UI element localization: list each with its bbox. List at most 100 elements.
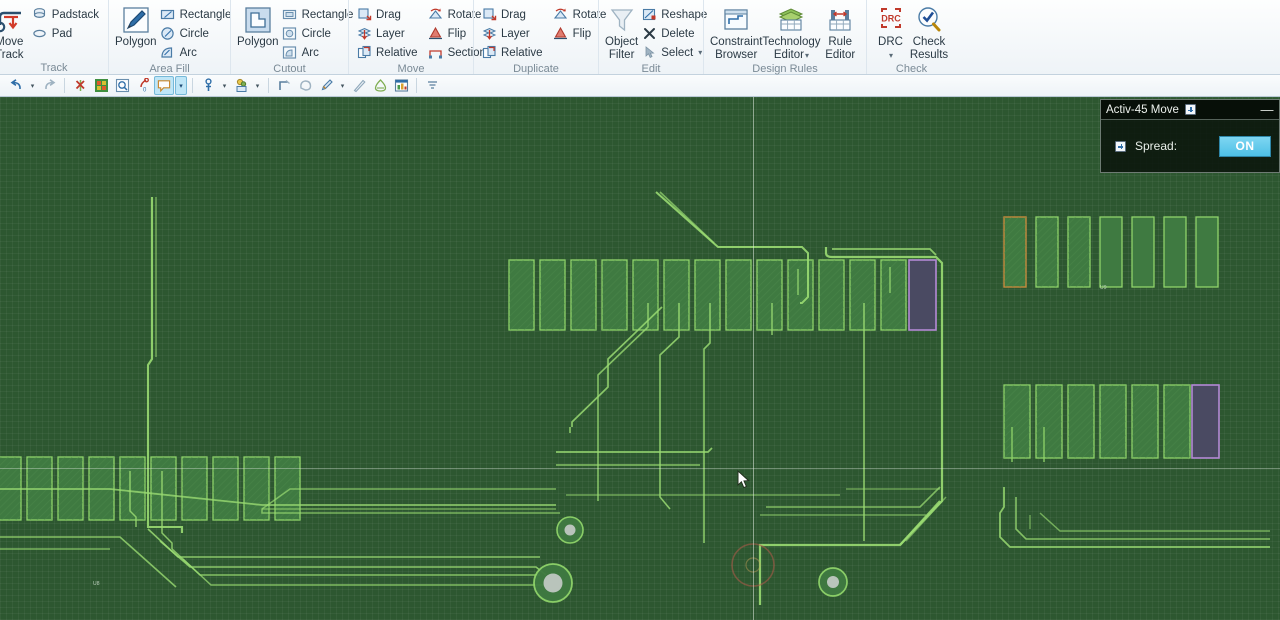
highlight-net-button[interactable]	[231, 76, 251, 95]
move-relative-label: Relative	[376, 47, 418, 59]
toolbar-separator	[416, 78, 417, 93]
cutout-polygon-button[interactable]: Polygon	[237, 3, 279, 49]
pcb-canvas[interactable]: U8 U9 Activ-45 Move — Spread: ON	[0, 97, 1280, 620]
move-track-label-line1: Move	[0, 36, 23, 49]
cutout-arc-label: Arc	[302, 47, 319, 59]
crosshair-vertical	[753, 97, 754, 620]
duplicate-drag-button[interactable]: Drag	[480, 5, 546, 24]
cutout-circle-label: Circle	[302, 28, 331, 40]
callout-caret-icon[interactable]: ▾	[179, 82, 183, 90]
cutout-rectangle-button[interactable]: Rectangle	[281, 5, 357, 24]
callout-button[interactable]	[154, 76, 174, 95]
move-relative-button[interactable]: Relative	[355, 43, 421, 62]
drc-button[interactable]: DRC DRC ▾	[873, 3, 908, 62]
area-fill-arc-button[interactable]: Arc	[159, 43, 235, 62]
section-icon	[428, 45, 444, 61]
move-flip-label: Flip	[448, 28, 467, 40]
area-fill-circle-button[interactable]: Circle	[159, 24, 235, 43]
cutout-arc-button[interactable]: Arc	[281, 43, 357, 62]
more-options-button[interactable]	[422, 76, 442, 95]
move-layer-button[interactable]: Layer	[355, 24, 421, 43]
select-arrow-icon	[641, 45, 657, 61]
constraint-browser-label-line1: Constraint	[710, 36, 762, 49]
route-corner-button[interactable]	[274, 76, 294, 95]
edit-small-buttons: Reshape Delete	[640, 3, 710, 62]
panel-title-bar[interactable]: Activ-45 Move —	[1101, 100, 1279, 120]
undo-caret-icon[interactable]: ▾	[27, 76, 38, 95]
reshape-label: Reshape	[661, 9, 707, 21]
rectangle-cutout-icon	[282, 7, 298, 23]
report-button[interactable]	[391, 76, 411, 95]
delete-label: Delete	[661, 28, 694, 40]
rule-editor-button[interactable]: Rule Editor	[820, 3, 860, 61]
spread-expand-plus-icon[interactable]	[1115, 141, 1126, 152]
technology-editor-button[interactable]: Technology Editor▾	[762, 3, 820, 62]
check-results-button[interactable]: Check Results	[908, 3, 950, 61]
pad-icon	[32, 26, 48, 42]
funnel-icon	[607, 4, 637, 36]
duplicate-layer-label: Layer	[501, 28, 530, 40]
drag-icon	[481, 7, 497, 23]
drc-label-line1: DRC	[878, 36, 903, 49]
redo-button[interactable]	[39, 76, 59, 95]
relative-icon	[356, 45, 372, 61]
area-fill-polygon-button[interactable]: Polygon	[115, 3, 157, 49]
pad-button[interactable]: Pad	[31, 24, 102, 43]
cutout-small-buttons: Rectangle Circle	[281, 3, 357, 62]
delete-x-icon	[641, 26, 657, 42]
move-track-label-line2: Track	[0, 49, 24, 62]
clean-caret-icon[interactable]: ▾	[337, 76, 348, 95]
ribbon-group-duplicate: Drag Layer	[473, 0, 598, 74]
shape-edit-button[interactable]	[295, 76, 315, 95]
toolbar-separator	[268, 78, 269, 93]
select-caret-icon[interactable]: ▾	[698, 48, 702, 57]
net-colors-button[interactable]	[91, 76, 111, 95]
technology-editor-caret-icon[interactable]: ▾	[805, 51, 809, 60]
padstack-icon	[32, 7, 48, 23]
area-fill-circle-label: Circle	[180, 28, 209, 40]
padstack-label: Padstack	[52, 9, 99, 21]
drc-caret-icon[interactable]: ▾	[889, 51, 893, 60]
clean-button[interactable]	[316, 76, 336, 95]
measure-button[interactable]: 0	[133, 76, 153, 95]
pad-label: Pad	[52, 28, 72, 40]
delete-net-button[interactable]	[70, 76, 90, 95]
object-filter-label-line1: Object	[605, 36, 638, 49]
reshape-button[interactable]: Reshape	[640, 5, 710, 24]
constraint-browser-button[interactable]: Constraint Browser	[710, 3, 762, 61]
undo-button[interactable]	[6, 76, 26, 95]
zoom-area-button[interactable]	[112, 76, 132, 95]
quick-access-toolbar: ▾ 0 ▾ ▾ ▾	[0, 75, 1280, 97]
area-fill-rectangle-button[interactable]: Rectangle	[159, 5, 235, 24]
duplicate-relative-button[interactable]: Relative	[480, 43, 546, 62]
duplicate-layer-button[interactable]: Layer	[480, 24, 546, 43]
pcb-artwork	[0, 97, 1280, 620]
highlight-net-caret-icon[interactable]: ▾	[252, 76, 263, 95]
spread-toggle[interactable]: ON	[1219, 136, 1271, 157]
ruler-button[interactable]	[349, 76, 369, 95]
pcb-editor-window: Move Track Padstack	[0, 0, 1280, 620]
drag-icon	[356, 7, 372, 23]
circle-icon	[160, 26, 176, 42]
reshape-icon	[641, 7, 657, 23]
move-track-button[interactable]: Move Track	[0, 3, 29, 61]
mouse-cursor	[737, 470, 751, 490]
callout-caret-button[interactable]: ▾	[175, 76, 187, 95]
delete-button[interactable]: Delete	[640, 24, 710, 43]
select-button[interactable]: Select ▾	[640, 43, 710, 62]
ribbon-group-design-rules: Constraint Browser Technology E	[703, 0, 866, 74]
object-filter-button[interactable]: Object Filter	[605, 3, 638, 61]
move-drag-button[interactable]: Drag	[355, 5, 421, 24]
panel-minimize-button[interactable]: —	[1260, 105, 1274, 115]
panel-expand-plus-icon[interactable]	[1185, 104, 1196, 115]
rotate-icon	[428, 7, 444, 23]
activ-move-panel[interactable]: Activ-45 Move — Spread: ON	[1100, 99, 1280, 173]
refdes-label: U8	[93, 581, 100, 587]
technology-editor-label-line1: Technology	[762, 36, 820, 49]
padstack-button[interactable]: Padstack	[31, 5, 102, 24]
copper-pour-button[interactable]	[370, 76, 390, 95]
ribbon-group-area-fill: Polygon Rectangle	[108, 0, 230, 74]
probe-button[interactable]	[198, 76, 218, 95]
cutout-circle-button[interactable]: Circle	[281, 24, 357, 43]
probe-caret-icon[interactable]: ▾	[219, 76, 230, 95]
